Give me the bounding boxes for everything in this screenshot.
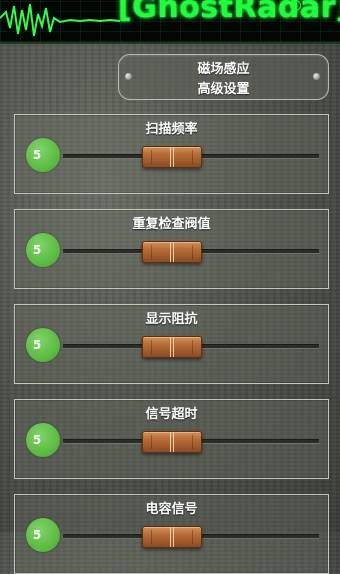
setting-title: 扫描频率: [145, 122, 198, 137]
registered-mark-icon: R: [290, 0, 301, 11]
slider-thumb[interactable]: [142, 526, 202, 548]
slider-thumb[interactable]: [142, 146, 202, 168]
setting-title: 电容信号: [145, 502, 198, 517]
app-logo: [GhostRadar]: [118, 0, 340, 25]
setting-value: 5: [32, 243, 42, 257]
setting-panel-capacitance-signal: 电容信号 5: [14, 494, 329, 574]
setting-value: 5: [32, 338, 42, 352]
setting-title: 信号超时: [145, 407, 198, 422]
waveform-icon: [0, 3, 120, 37]
app-header: [GhostRadar] R: [0, 0, 340, 44]
setting-panel-repeat-threshold: 重复检查阀值 5: [14, 209, 329, 289]
advanced-settings-subtitle: 高级设置: [197, 82, 250, 97]
signal-timeout-slider[interactable]: [63, 431, 319, 453]
advanced-settings-title: 磁场感应: [197, 62, 250, 77]
slider-thumb[interactable]: [142, 431, 202, 453]
setting-value: 5: [32, 528, 42, 542]
screw-icon: [313, 73, 320, 80]
capacitance-signal-slider[interactable]: [63, 526, 319, 548]
display-impedance-slider[interactable]: [63, 336, 319, 358]
setting-value: 5: [32, 148, 42, 162]
setting-value: 5: [32, 433, 42, 447]
setting-title: 显示阻抗: [145, 312, 198, 327]
advanced-settings-button[interactable]: 磁场感应 高级设置: [118, 54, 329, 100]
setting-value-badge: 5: [26, 138, 60, 172]
setting-panel-signal-timeout: 信号超时 5: [14, 399, 329, 479]
setting-value-badge: 5: [26, 518, 60, 552]
setting-panel-scan-frequency: 扫描频率 5: [14, 114, 329, 194]
setting-value-badge: 5: [26, 233, 60, 267]
repeat-threshold-slider[interactable]: [63, 241, 319, 263]
slider-thumb[interactable]: [142, 241, 202, 263]
setting-panel-display-impedance: 显示阻抗 5: [14, 304, 329, 384]
slider-thumb[interactable]: [142, 336, 202, 358]
setting-value-badge: 5: [26, 423, 60, 457]
setting-value-badge: 5: [26, 328, 60, 362]
setting-title: 重复检查阀值: [132, 217, 211, 232]
scan-frequency-slider[interactable]: [63, 146, 319, 168]
